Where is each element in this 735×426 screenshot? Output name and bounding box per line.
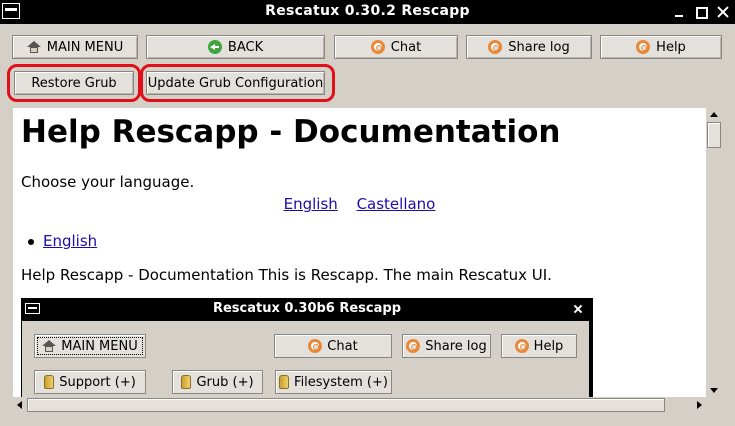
embedded-window-body: MAIN MENU Chat Share log Help Support (+… [22,321,589,397]
vertical-scroll-thumb[interactable] [707,122,721,148]
lifebuoy-icon [488,40,503,54]
list-item: English [27,232,97,250]
scroll-up-icon[interactable] [707,108,721,122]
bullet-link-english[interactable]: English [43,232,97,250]
embedded-share-log-label: Share log [425,338,487,354]
maximize-icon[interactable] [693,4,709,20]
shovel-icon [279,375,290,389]
embedded-screenshot: Rescatux 0.30b6 Rescapp MAIN MENU Chat S… [21,298,593,397]
page-title: Help Rescapp - Documentation [21,114,561,150]
embedded-help-label: Help [533,338,564,354]
embedded-main-menu-label: MAIN MENU [61,338,138,354]
lifebuoy-icon [406,339,421,353]
embedded-window-title: Rescatux 0.30b6 Rescapp [212,301,402,316]
help-button[interactable]: Help [600,35,722,59]
language-link-english[interactable]: English [284,195,338,213]
embedded-support-button: Support (+) [34,370,146,394]
help-label: Help [656,39,686,55]
horizontal-scroll-thumb[interactable] [27,398,665,412]
embedded-share-log-button: Share log [402,334,491,358]
documentation-view[interactable]: Help Rescapp - Documentation Choose your… [13,108,706,397]
embedded-filesystem-label: Filesystem (+) [294,374,388,390]
scroll-down-icon[interactable] [707,383,721,397]
embedded-chat-button: Chat [274,334,392,358]
share-log-label: Share log [508,39,570,55]
rescapp-window: Rescatux 0.30.2 Rescapp MAIN MENU BACK C… [0,0,735,426]
title-bar[interactable]: Rescatux 0.30.2 Rescapp [0,0,735,24]
main-menu-button[interactable]: MAIN MENU [12,35,138,59]
back-label: BACK [227,39,264,55]
minimize-icon[interactable] [671,4,687,20]
embedded-help-button: Help [501,334,577,358]
home-icon [26,41,41,53]
embedded-filesystem-button: Filesystem (+) [275,370,392,394]
chat-button[interactable]: Chat [334,35,458,59]
main-menu-label: MAIN MENU [46,39,124,55]
close-icon [573,304,583,314]
scroll-left-icon[interactable] [13,398,27,412]
lifebuoy-icon [514,339,529,353]
embedded-grub-label: Grub (+) [196,374,254,390]
shovel-icon [44,375,55,389]
language-links: English Castellano [13,195,706,213]
embedded-grub-button: Grub (+) [172,370,263,394]
window-title: Rescatux 0.30.2 Rescapp [265,3,470,19]
home-icon [42,340,57,352]
back-arrow-icon [207,40,222,54]
chat-label: Chat [390,39,422,55]
share-log-button[interactable]: Share log [466,35,592,59]
lifebuoy-icon [308,339,323,353]
horizontal-scrollbar[interactable] [13,397,706,413]
embedded-support-label: Support (+) [59,374,136,390]
embedded-chat-label: Chat [327,338,358,354]
choose-language-text: Choose your language. [21,173,195,191]
highlight-restore-grub [7,64,141,102]
intro-text: Help Rescapp - Documentation This is Res… [21,266,552,284]
vertical-scrollbar[interactable] [706,108,722,397]
back-button[interactable]: BACK [146,35,325,59]
close-icon[interactable] [715,4,731,20]
lifebuoy-icon [636,40,651,54]
lifebuoy-icon [370,40,385,54]
embedded-main-menu-button: MAIN MENU [34,334,146,358]
scroll-right-icon[interactable] [692,398,706,412]
language-link-castellano[interactable]: Castellano [357,195,436,213]
highlight-update-grub [140,64,335,102]
shovel-icon [181,375,192,389]
